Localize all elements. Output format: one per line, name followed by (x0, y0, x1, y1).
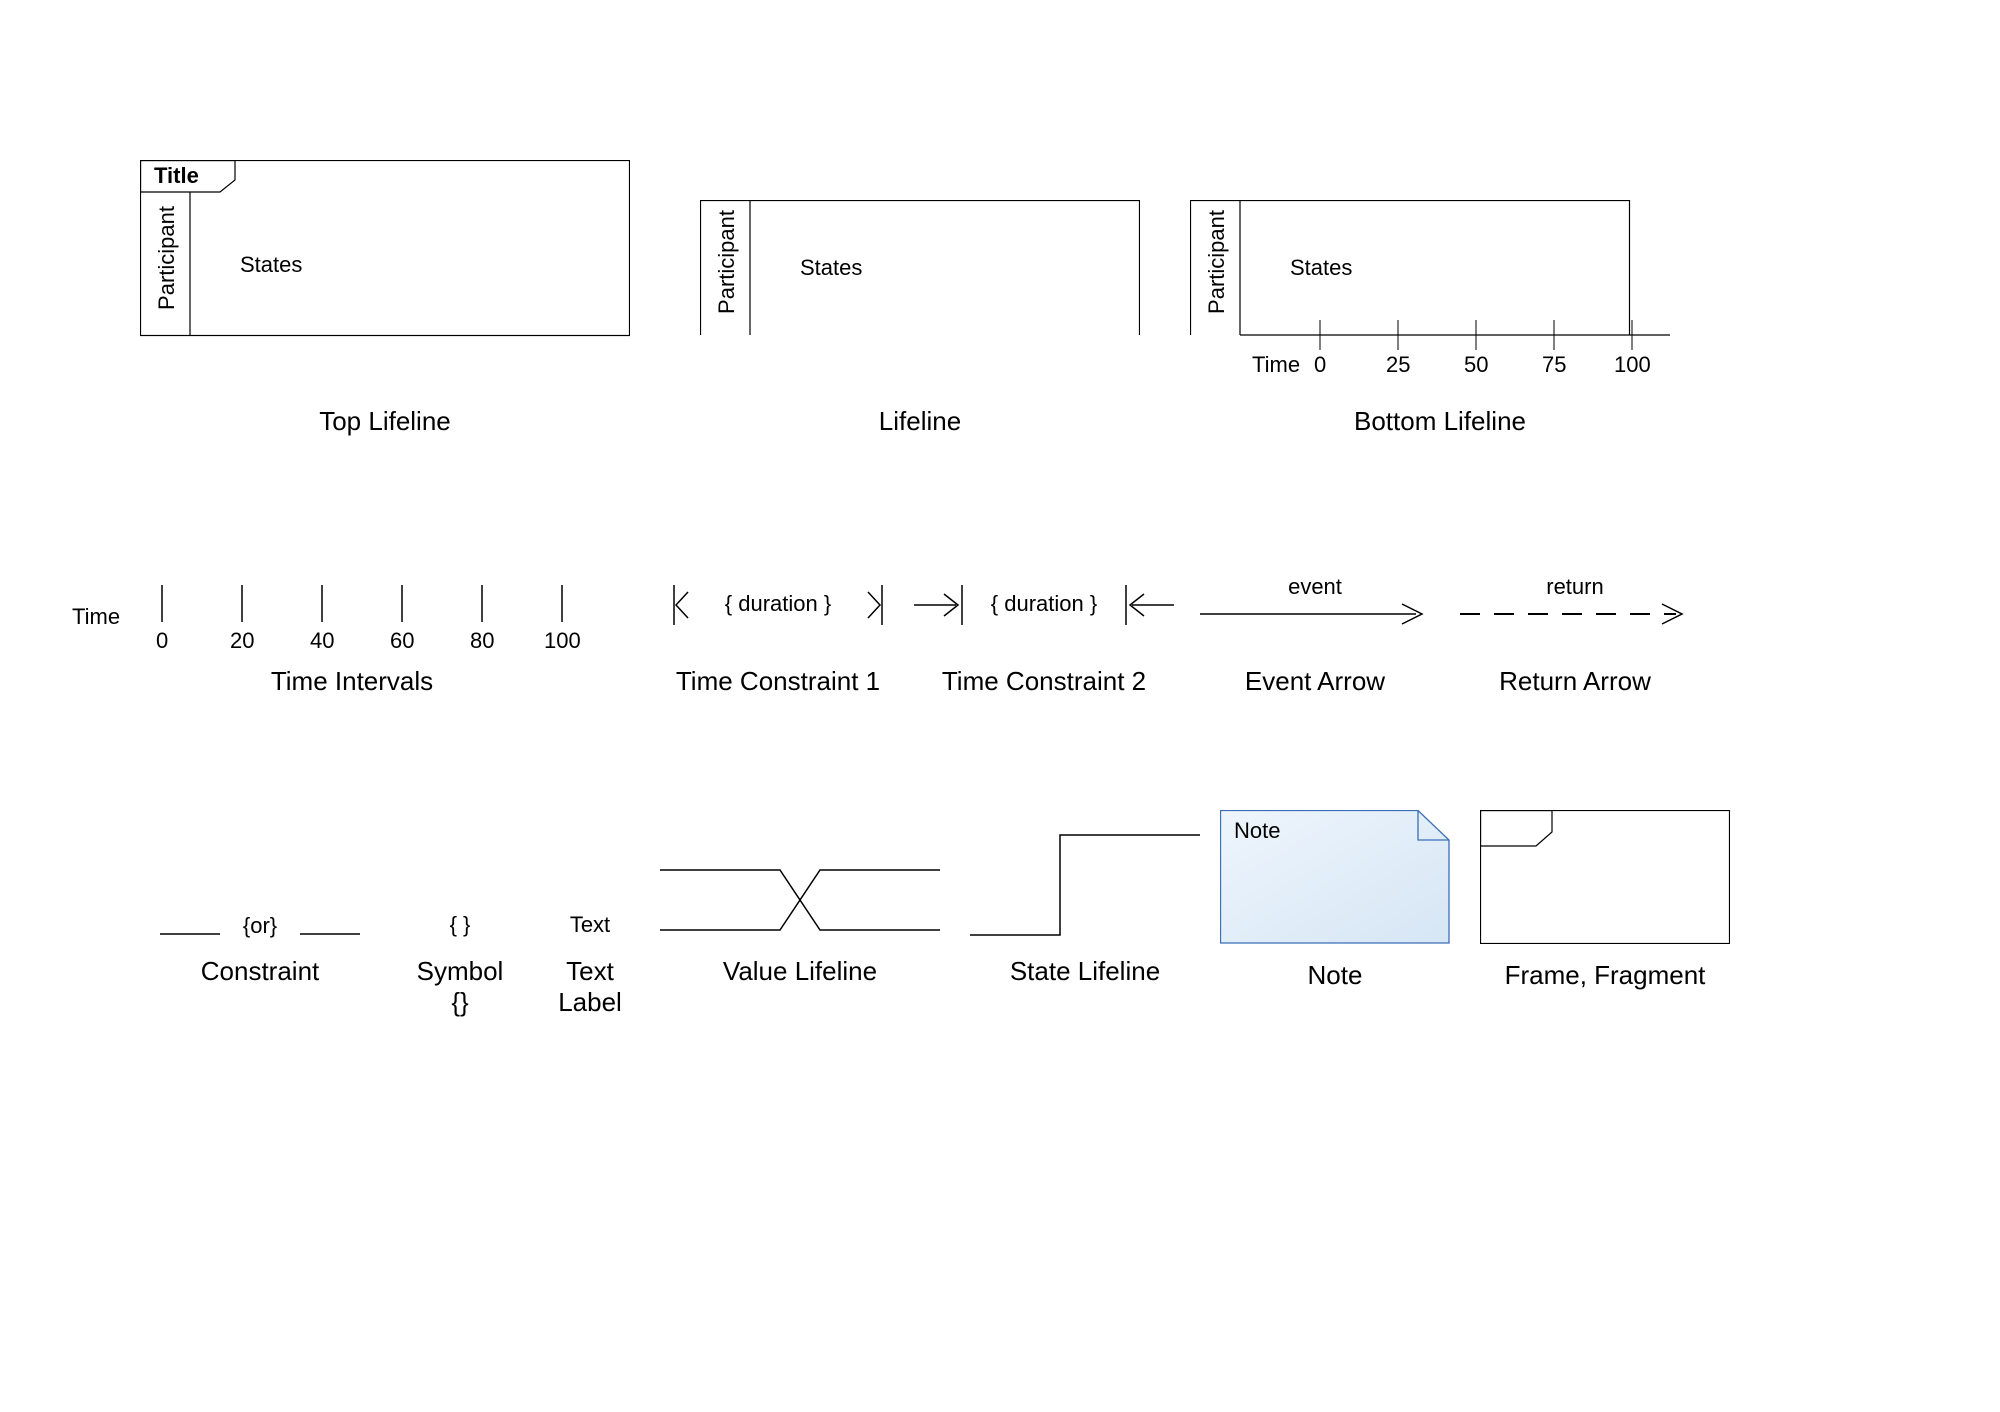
value-lifeline-caption: Value Lifeline (660, 956, 940, 987)
time-intervals-tick-4: 80 (470, 628, 494, 654)
text-label-caption: Text Label (530, 956, 650, 1018)
note-caption: Note (1220, 960, 1450, 991)
lifeline-participant: Participant (714, 210, 740, 314)
shape-top-lifeline[interactable]: Title Participant States Top Lifeline (140, 160, 630, 437)
top-lifeline-title: Title (154, 163, 199, 189)
note-label: Note (1234, 818, 1280, 844)
shape-bottom-lifeline[interactable]: Participant States Time 0 25 50 75 100 B… (1190, 200, 1690, 437)
bottom-lifeline-tick-0: 0 (1314, 352, 1326, 378)
shape-event-arrow[interactable]: event Event Arrow (1200, 574, 1430, 697)
text-label-label: Text (530, 900, 650, 940)
return-arrow-label: return (1460, 574, 1690, 600)
bottom-lifeline-participant: Participant (1204, 210, 1230, 314)
bottom-lifeline-time: Time (1252, 352, 1300, 378)
bottom-lifeline-tick-3: 75 (1542, 352, 1566, 378)
shape-value-lifeline[interactable]: Value Lifeline (660, 860, 940, 987)
shape-state-lifeline[interactable]: State Lifeline (970, 830, 1200, 987)
shape-time-constraint-1[interactable]: { duration } Time Constraint 1 (668, 580, 888, 697)
bottom-lifeline-caption: Bottom Lifeline (1190, 406, 1690, 437)
time-intervals-tick-1: 20 (230, 628, 254, 654)
time-intervals-time: Time (72, 604, 120, 630)
time-constraint-1-caption: Time Constraint 1 (668, 666, 888, 697)
time-constraint-2-caption: Time Constraint 2 (914, 666, 1174, 697)
bottom-lifeline-tick-4: 100 (1614, 352, 1651, 378)
event-arrow-label: event (1200, 574, 1430, 600)
shape-time-constraint-2[interactable]: { duration } Time Constraint 2 (914, 580, 1174, 697)
symbol-label: { } (400, 900, 520, 940)
state-lifeline-caption: State Lifeline (970, 956, 1200, 987)
shape-note[interactable]: Note Note (1220, 810, 1450, 991)
symbol-caption: Symbol {} (400, 956, 520, 1018)
bottom-lifeline-states: States (1290, 255, 1352, 281)
shape-frame-fragment[interactable]: Frame, Fragment (1480, 810, 1730, 991)
lifeline-caption: Lifeline (700, 406, 1140, 437)
time-intervals-tick-3: 60 (390, 628, 414, 654)
top-lifeline-states: States (240, 252, 302, 278)
event-arrow-caption: Event Arrow (1200, 666, 1430, 697)
shape-time-intervals[interactable]: Time 0 20 40 60 80 100 Time Intervals (72, 580, 632, 697)
time-intervals-tick-5: 100 (544, 628, 581, 654)
time-intervals-tick-2: 40 (310, 628, 334, 654)
time-constraint-2-label: { duration } (914, 591, 1174, 617)
lifeline-states: States (800, 255, 862, 281)
shape-return-arrow[interactable]: return Return Arrow (1460, 574, 1690, 697)
time-intervals-caption: Time Intervals (72, 666, 632, 697)
top-lifeline-participant: Participant (154, 206, 180, 310)
time-constraint-1-label: { duration } (668, 591, 888, 617)
top-lifeline-caption: Top Lifeline (140, 406, 630, 437)
time-intervals-tick-0: 0 (156, 628, 168, 654)
bottom-lifeline-tick-2: 50 (1464, 352, 1488, 378)
shape-lifeline[interactable]: Participant States Lifeline (700, 200, 1140, 437)
frame-fragment-caption: Frame, Fragment (1480, 960, 1730, 991)
return-arrow-caption: Return Arrow (1460, 666, 1690, 697)
bottom-lifeline-tick-1: 25 (1386, 352, 1410, 378)
shape-constraint[interactable]: {or} Constraint (160, 900, 360, 987)
shape-symbol[interactable]: { } Symbol {} (400, 900, 520, 1018)
constraint-label: {or} (160, 913, 360, 939)
shape-text-label[interactable]: Text Text Label (530, 900, 650, 1018)
constraint-caption: Constraint (160, 956, 360, 987)
